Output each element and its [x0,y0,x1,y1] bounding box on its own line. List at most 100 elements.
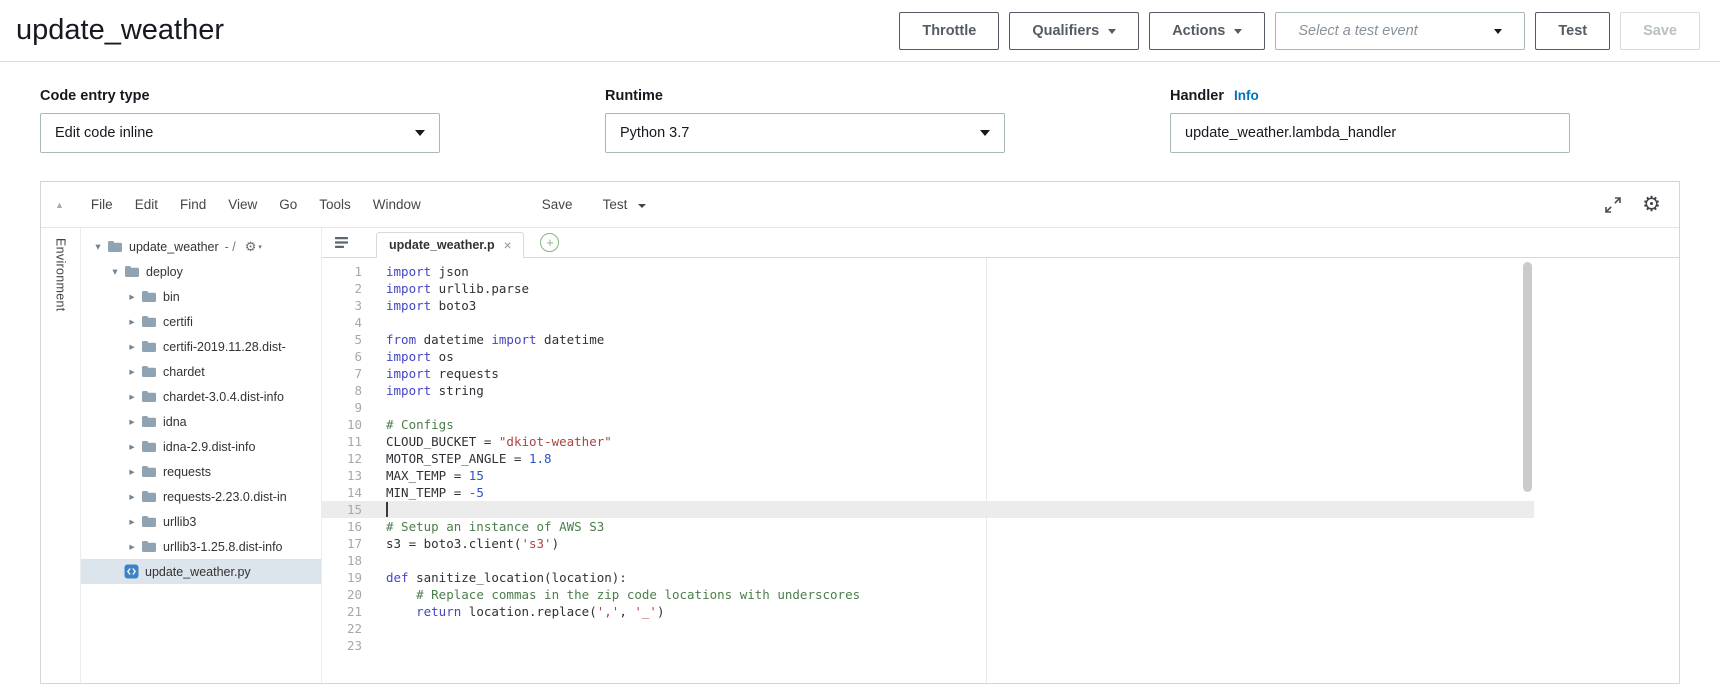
gutter-line-number[interactable]: 5 [322,331,362,348]
gutter-line-number[interactable]: 10 [322,416,362,433]
code-line-3[interactable]: import boto3 [386,297,1534,314]
gutter-line-number[interactable]: 13 [322,467,362,484]
gutter-line-number[interactable]: 12 [322,450,362,467]
tree-item-certifi-2019-11-28-dist-[interactable]: ▸certifi-2019.11.28.dist- [81,334,321,359]
code-line-16[interactable]: # Setup an instance of AWS S3 [386,518,1534,535]
throttle-button[interactable]: Throttle [899,12,999,50]
tree-settings-gear-icon[interactable]: ⚙▾ [245,239,262,255]
code-line-1[interactable]: import json [386,263,1534,280]
tree-item-deploy[interactable]: ▾deploy [81,259,321,284]
menu-window[interactable]: Window [362,197,432,212]
code-line-17[interactable]: s3 = boto3.client('s3') [386,535,1534,552]
gutter-line-number[interactable]: 6 [322,348,362,365]
code-line-23[interactable] [386,637,1534,654]
tree-item-urllib3-1-25-8-dist-info[interactable]: ▸urllib3-1.25.8.dist-info [81,534,321,559]
tree-item-idna-2-9-dist-info[interactable]: ▸idna-2.9.dist-info [81,434,321,459]
tree-item-update-weather-py[interactable]: update_weather.py [81,559,321,584]
tree-item-requests[interactable]: ▸requests [81,459,321,484]
save-button[interactable]: Save [1620,12,1700,50]
menu-find[interactable]: Find [169,197,217,212]
code-line-11[interactable]: CLOUD_BUCKET = "dkiot-weather" [386,433,1534,450]
gutter-line-number[interactable]: 1 [322,263,362,280]
caret-right-icon[interactable]: ▸ [125,541,139,553]
gutter-line-number[interactable]: 11 [322,433,362,450]
tree-item-bin[interactable]: ▸bin [81,284,321,309]
environment-tab[interactable]: Environment [41,228,81,683]
caret-right-icon[interactable]: ▸ [125,491,139,503]
code-line-8[interactable]: import string [386,382,1534,399]
code-line-14[interactable]: MIN_TEMP = -5 [386,484,1534,501]
caret-right-icon[interactable]: ▸ [125,466,139,478]
tree-item-chardet[interactable]: ▸chardet [81,359,321,384]
tree-item-certifi[interactable]: ▸certifi [81,309,321,334]
code-line-21[interactable]: return location.replace(',', '_') [386,603,1534,620]
gutter-line-number[interactable]: 2 [322,280,362,297]
gutter-line-number[interactable]: 20 [322,586,362,603]
actions-button[interactable]: Actions [1149,12,1265,50]
tab-list-icon[interactable] [334,235,349,250]
fullscreen-icon[interactable] [1604,196,1622,214]
gutter-line-number[interactable]: 17 [322,535,362,552]
handler-input[interactable] [1170,113,1570,153]
caret-right-icon[interactable]: ▸ [125,416,139,428]
menu-go[interactable]: Go [268,197,308,212]
gutter-line-number[interactable]: 16 [322,518,362,535]
tree-item-requests-2-23-0-dist-in[interactable]: ▸requests-2.23.0.dist-in [81,484,321,509]
gutter-line-number[interactable]: 15 [322,501,362,518]
menu-test[interactable]: Test [603,197,647,212]
caret-right-icon[interactable]: ▸ [125,291,139,303]
caret-right-icon[interactable]: ▸ [125,516,139,528]
gutter-line-number[interactable]: 3 [322,297,362,314]
code-line-18[interactable] [386,552,1534,569]
caret-right-icon[interactable]: ▸ [125,441,139,453]
code-line-4[interactable] [386,314,1534,331]
handler-info-link[interactable]: Info [1234,88,1259,103]
menu-edit[interactable]: Edit [124,197,169,212]
gutter-line-number[interactable]: 19 [322,569,362,586]
code-line-22[interactable] [386,620,1534,637]
gutter-line-number[interactable]: 22 [322,620,362,637]
menu-tools[interactable]: Tools [308,197,362,212]
code-lines[interactable]: import jsonimport urllib.parseimport bot… [372,258,1534,683]
gutter-line-number[interactable]: 18 [322,552,362,569]
code-line-9[interactable] [386,399,1534,416]
caret-down-icon[interactable]: ▾ [91,241,105,253]
menu-file[interactable]: File [80,197,124,212]
code-entry-type-select[interactable]: Edit code inline [40,113,440,153]
caret-right-icon[interactable]: ▸ [125,366,139,378]
caret-down-icon[interactable]: ▾ [108,266,122,278]
code-line-7[interactable]: import requests [386,365,1534,382]
gutter-line-number[interactable]: 8 [322,382,362,399]
test-button[interactable]: Test [1535,12,1610,50]
code-line-19[interactable]: def sanitize_location(location): [386,569,1534,586]
qualifiers-button[interactable]: Qualifiers [1009,12,1139,50]
gutter-line-number[interactable]: 14 [322,484,362,501]
settings-gear-icon[interactable]: ⚙ [1642,194,1661,215]
tree-item-idna[interactable]: ▸idna [81,409,321,434]
tree-item-chardet-3-0-4-dist-info[interactable]: ▸chardet-3.0.4.dist-info [81,384,321,409]
menu-save[interactable]: Save [542,197,573,212]
code-line-10[interactable]: # Configs [386,416,1534,433]
gutter-line-number[interactable]: 23 [322,637,362,654]
new-tab-button[interactable]: + [540,233,559,252]
scrollbar-thumb[interactable] [1523,262,1532,492]
code-line-13[interactable]: MAX_TEMP = 15 [386,467,1534,484]
code-line-6[interactable]: import os [386,348,1534,365]
caret-right-icon[interactable]: ▸ [125,341,139,353]
close-tab-icon[interactable]: × [504,238,512,253]
code-line-2[interactable]: import urllib.parse [386,280,1534,297]
gutter-line-number[interactable]: 9 [322,399,362,416]
tree-item-urllib3[interactable]: ▸urllib3 [81,509,321,534]
tab-update-weather[interactable]: update_weather.p × [376,232,524,258]
line-number-gutter[interactable]: 1234567891011121314151617181920212223 [322,258,372,683]
test-event-select[interactable]: Select a test event [1275,12,1525,50]
gutter-line-number[interactable]: 21 [322,603,362,620]
runtime-select[interactable]: Python 3.7 [605,113,1005,153]
code-line-20[interactable]: # Replace commas in the zip code locatio… [386,586,1534,603]
collapse-editor-icon[interactable]: ▲ [55,200,64,210]
code-line-5[interactable]: from datetime import datetime [386,331,1534,348]
tree-item-update-weather[interactable]: ▾update_weather- /⚙▾ [81,234,321,259]
caret-right-icon[interactable]: ▸ [125,391,139,403]
code-line-12[interactable]: MOTOR_STEP_ANGLE = 1.8 [386,450,1534,467]
code-line-15[interactable] [386,501,1534,518]
